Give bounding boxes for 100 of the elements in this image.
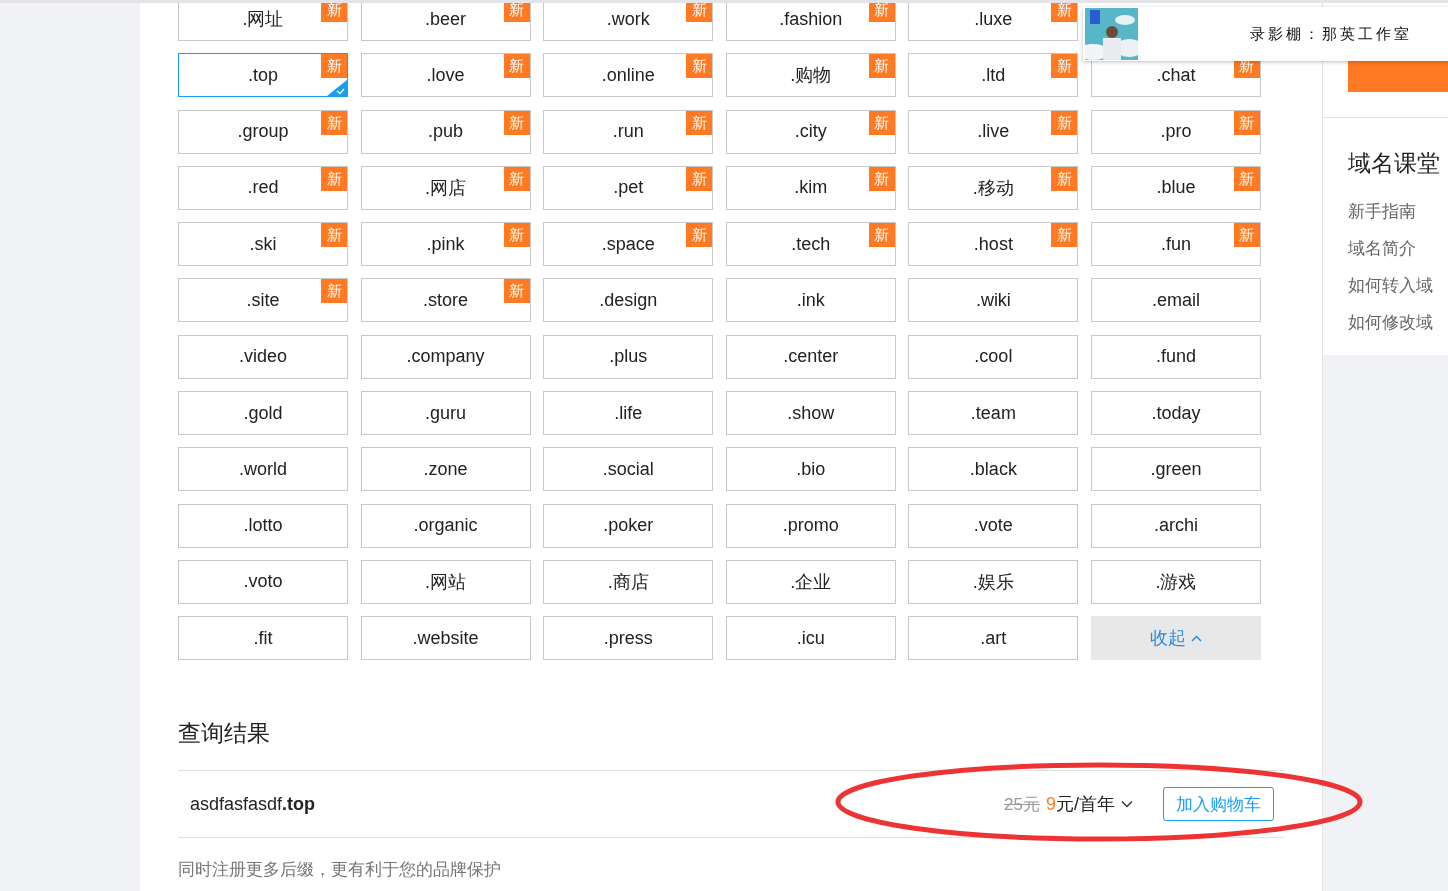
suffix-option[interactable]: .plus (543, 334, 714, 379)
suffix-option[interactable]: .fun 新 (1090, 222, 1261, 267)
sidebar-link[interactable]: 域名简介 (1348, 230, 1448, 267)
new-badge: 新 (1233, 166, 1260, 191)
suffix-option[interactable]: .icu (725, 616, 896, 661)
domain-name: asdfasfasdf.top (190, 793, 316, 815)
new-badge: 新 (321, 223, 347, 248)
suffix-option[interactable]: .art (908, 616, 1079, 661)
sidebar-link[interactable]: 如何转入域 (1348, 267, 1448, 304)
new-badge: 新 (321, 3, 347, 22)
new-badge: 新 (321, 166, 347, 191)
suffix-option[interactable]: .video (178, 334, 348, 379)
suffix-option[interactable]: .store 新 (360, 278, 531, 323)
sidebar-link[interactable]: 新手指南 (1348, 193, 1448, 230)
suffix-option[interactable]: .team (908, 391, 1079, 436)
suffix-option[interactable]: .kim 新 (725, 165, 896, 210)
suffix-option[interactable]: .design (543, 278, 714, 323)
suffix-option[interactable]: .fit (178, 616, 348, 661)
new-badge: 新 (868, 223, 895, 248)
new-badge: 新 (686, 223, 713, 248)
suffix-option[interactable]: .gold (178, 391, 348, 436)
new-badge: 新 (503, 223, 530, 248)
suffix-option[interactable]: .press (543, 616, 714, 661)
suffix-option[interactable]: .top 新 (178, 53, 348, 98)
suffix-option[interactable]: .archi (1090, 503, 1261, 548)
new-badge: 新 (868, 166, 895, 191)
suffix-option[interactable]: .work 新 (543, 3, 714, 41)
new-badge: 新 (321, 279, 347, 304)
suffix-option[interactable]: .promo (725, 503, 896, 548)
suffix-option[interactable]: .网站 (360, 559, 531, 604)
suffix-option[interactable]: .网址 新 (178, 3, 348, 41)
chevron-up-icon (1190, 634, 1202, 642)
suffix-option[interactable]: .blue 新 (1090, 165, 1261, 210)
suffix-option[interactable]: .guru (360, 391, 531, 436)
suffix-option[interactable]: .移动 新 (908, 165, 1079, 210)
suffix-option[interactable]: .wiki (908, 278, 1079, 323)
discount-price: 9 (1045, 793, 1056, 815)
suffix-option[interactable]: .商店 (543, 559, 714, 604)
suffix-option[interactable]: .pink 新 (360, 222, 531, 267)
new-badge: 新 (868, 54, 895, 79)
price-unit: 元/首年 (1056, 793, 1115, 817)
original-price: 25元 (1004, 793, 1040, 816)
suffix-option[interactable]: .pet 新 (543, 165, 714, 210)
suffix-option[interactable]: .website (360, 616, 531, 661)
suffix-option[interactable]: .city 新 (725, 109, 896, 154)
suffix-option[interactable]: .green (1090, 447, 1261, 492)
suffix-option[interactable]: .网店 新 (360, 165, 531, 210)
suffix-option[interactable]: .voto (178, 559, 348, 604)
suffix-option[interactable]: .购物 新 (725, 53, 896, 98)
suffix-option[interactable]: .show (725, 391, 896, 436)
sidebar-link[interactable]: 如何修改域 (1348, 304, 1448, 341)
suffix-option[interactable]: .black (908, 447, 1079, 492)
suffix-option[interactable]: .site 新 (178, 278, 348, 323)
suffix-option[interactable]: .red 新 (178, 165, 348, 210)
new-badge: 新 (1233, 110, 1260, 135)
suffix-option[interactable]: .space 新 (543, 222, 714, 267)
suffix-option[interactable]: .company (360, 334, 531, 379)
suffix-option[interactable]: .pub 新 (360, 109, 531, 154)
suffix-option[interactable]: .企业 (725, 559, 896, 604)
suffix-option[interactable]: .world (178, 447, 348, 492)
suffix-option[interactable]: .love 新 (360, 53, 531, 98)
suffix-option[interactable]: .organic (360, 503, 531, 548)
suffix-option[interactable]: .online 新 (543, 53, 714, 98)
suffix-option[interactable]: .pro 新 (1090, 109, 1261, 154)
suffix-option[interactable]: .host 新 (908, 222, 1079, 267)
suffix-option[interactable]: .group 新 (178, 109, 348, 154)
suffix-option[interactable]: .zone (360, 447, 531, 492)
suffix-option[interactable]: .center (725, 334, 896, 379)
suffix-option[interactable]: .tech 新 (725, 222, 896, 267)
suffix-option[interactable]: .ski 新 (178, 222, 348, 267)
suffix-option[interactable]: .poker (543, 503, 714, 548)
new-badge: 新 (503, 110, 530, 135)
suffix-option[interactable]: .ink (725, 278, 896, 323)
new-badge: 新 (503, 54, 530, 79)
suffix-option[interactable]: .vote (908, 503, 1079, 548)
new-badge: 新 (1051, 166, 1078, 191)
suffix-option[interactable]: .life (543, 391, 714, 436)
suffix-option[interactable]: .email (1090, 278, 1261, 323)
suffix-option[interactable]: .fashion 新 (725, 3, 896, 41)
suffix-option[interactable]: .ltd 新 (908, 53, 1079, 98)
new-badge: 新 (503, 166, 530, 191)
suffix-option[interactable]: .lotto (178, 503, 348, 548)
suffix-option[interactable]: .social (543, 447, 714, 492)
suffix-option[interactable]: .fund (1090, 334, 1261, 379)
check-corner-icon (327, 80, 347, 97)
suffix-option[interactable]: .bio (725, 447, 896, 492)
suffix-option[interactable]: .游戏 (1090, 559, 1261, 604)
new-badge: 新 (1051, 223, 1078, 248)
suffix-option[interactable]: .beer 新 (360, 3, 531, 41)
new-badge: 新 (686, 110, 713, 135)
new-badge: 新 (1051, 110, 1078, 135)
suffix-option[interactable]: .cool (908, 334, 1079, 379)
suffix-option[interactable]: .娱乐 (908, 559, 1079, 604)
suffix-option[interactable]: .live 新 (908, 109, 1079, 154)
suffix-option[interactable]: .run 新 (543, 109, 714, 154)
new-badge: 新 (1233, 223, 1260, 248)
suffix-option[interactable]: .luxe 新 (908, 3, 1079, 41)
chevron-down-icon[interactable] (1121, 800, 1133, 809)
new-badge: 新 (1051, 54, 1078, 79)
suffix-option[interactable]: .today (1090, 391, 1261, 436)
